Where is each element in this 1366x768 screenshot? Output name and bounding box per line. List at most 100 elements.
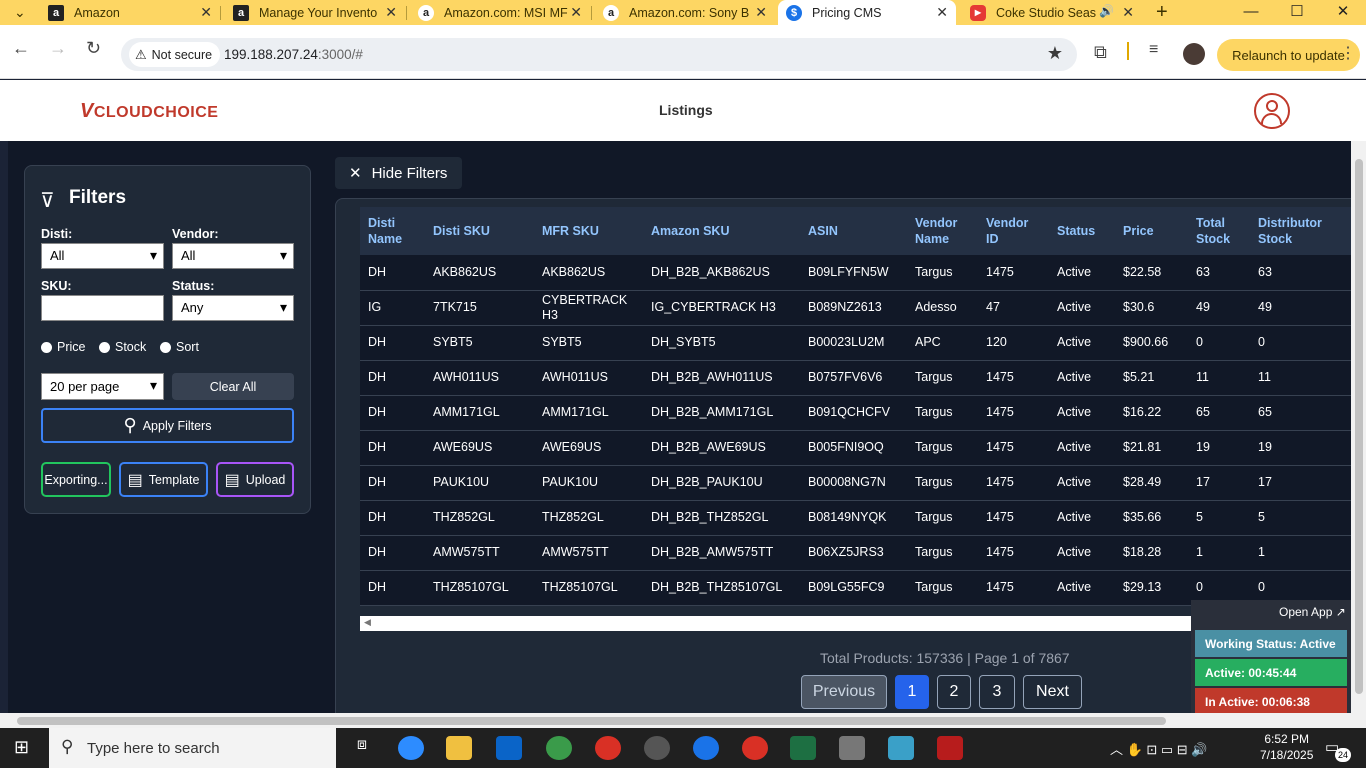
scroll-left-icon[interactable]: ◀ bbox=[364, 617, 371, 628]
chrome-icon[interactable] bbox=[742, 736, 768, 760]
column-header[interactable]: Price bbox=[1115, 207, 1188, 255]
page-2-button[interactable]: 2 bbox=[937, 675, 971, 709]
calculator-icon[interactable] bbox=[839, 736, 865, 760]
tray-icons[interactable]: ︿ ✋ ⊡ ▭ ⊟ 🔊 bbox=[1110, 739, 1208, 758]
column-header[interactable]: Disti SKU bbox=[425, 207, 534, 255]
table-row[interactable]: IG 7TK715 CYBERTRACK H3 IG_CYBERTRACK H3 B08… bbox=[360, 290, 1351, 326]
table-row[interactable]: DH AMW575TT AMW575TT DH_B2B_AMW575TT B06XZ5J… bbox=[360, 535, 1351, 571]
per-page-select[interactable]: 20 per page bbox=[41, 373, 164, 400]
task-view-icon[interactable]: ⧈ bbox=[349, 736, 375, 760]
tab-pricing-cms[interactable]: $ Pricing CMS ✕ bbox=[778, 0, 956, 25]
sku-input[interactable] bbox=[41, 295, 164, 321]
table-row[interactable]: DH AKB862US AKB862US DH_B2B_AKB862US B09LFYF… bbox=[360, 255, 1351, 291]
tab-amazon-sony[interactable]: a Amazon.com: Sony B ✕ bbox=[595, 0, 775, 25]
relaunch-button[interactable]: Relaunch to update bbox=[1217, 39, 1360, 71]
column-header[interactable]: Distributor Stock bbox=[1250, 207, 1351, 255]
radio-price[interactable]: Price bbox=[41, 340, 85, 354]
table-cell: 1475 bbox=[978, 465, 1049, 501]
open-app-link[interactable]: Open App ↗ bbox=[1279, 605, 1346, 619]
reload-icon[interactable]: ↻ bbox=[86, 38, 101, 59]
taskbar-search[interactable]: ⚲ Type here to search bbox=[49, 728, 336, 768]
exporting-button[interactable]: Exporting... bbox=[41, 462, 111, 497]
speaker-icon[interactable]: 🔊 bbox=[1099, 4, 1114, 18]
system-clock[interactable]: 6:52 PM 7/18/2025 bbox=[1260, 731, 1313, 763]
tab-manage-inventory[interactable]: a Manage Your Invento ✕ bbox=[225, 0, 405, 25]
column-header[interactable]: Total Stock bbox=[1188, 207, 1250, 255]
chrome-icon[interactable] bbox=[546, 736, 572, 760]
column-header[interactable]: Status bbox=[1049, 207, 1115, 255]
maximize-icon[interactable]: ☐ bbox=[1274, 0, 1320, 25]
column-header[interactable]: Disti Name bbox=[360, 207, 425, 255]
close-icon[interactable]: ✕ bbox=[385, 4, 397, 21]
upload-button[interactable]: ▤ Upload bbox=[216, 462, 294, 497]
filezilla-icon[interactable] bbox=[937, 736, 963, 760]
back-icon[interactable]: ← bbox=[12, 38, 30, 59]
extensions-icon[interactable]: ⧉ bbox=[1094, 42, 1107, 63]
user-profile-icon[interactable] bbox=[1254, 93, 1290, 129]
table-row[interactable]: DH AWH011US AWH011US DH_B2B_AWH011US B0757FV… bbox=[360, 360, 1351, 396]
vertical-scrollbar[interactable] bbox=[1351, 141, 1366, 713]
page-1-button[interactable]: 1 bbox=[895, 675, 929, 709]
column-header[interactable]: Vendor Name bbox=[907, 207, 978, 255]
nav-listings[interactable]: Listings bbox=[659, 102, 713, 118]
template-button[interactable]: ▤ Template bbox=[119, 462, 208, 497]
close-icon[interactable]: ✕ bbox=[200, 4, 212, 21]
warning-icon: ⚠ bbox=[135, 46, 147, 62]
tab-amazon[interactable]: a Amazon ✕ bbox=[40, 0, 220, 25]
tab-amazon-msi[interactable]: a Amazon.com: MSI MF ✕ bbox=[410, 0, 590, 25]
vcloudchoice-logo[interactable]: VCLOUDCHOICE bbox=[80, 100, 218, 123]
apply-filters-button[interactable]: ⚲ Apply Filters bbox=[41, 408, 294, 443]
chrome-icon[interactable] bbox=[693, 736, 719, 760]
column-header[interactable]: Amazon SKU bbox=[643, 207, 800, 255]
excel-icon[interactable] bbox=[790, 736, 816, 760]
page-3-button[interactable]: 3 bbox=[979, 675, 1015, 709]
tab-search-button[interactable]: ⌄ bbox=[0, 0, 40, 25]
minimize-icon[interactable]: — bbox=[1228, 0, 1274, 25]
table-row[interactable]: DH THZ852GL THZ852GL DH_B2B_THZ852GL B08149N… bbox=[360, 500, 1351, 536]
file-explorer-icon[interactable] bbox=[446, 736, 472, 760]
table-row[interactable]: DH AWE69US AWE69US DH_B2B_AWE69US B005FNI9OQ… bbox=[360, 430, 1351, 466]
radio-sort[interactable]: Sort bbox=[160, 340, 199, 354]
avatar[interactable] bbox=[1183, 43, 1205, 65]
disti-label: Disti: bbox=[41, 227, 73, 241]
outlook-icon[interactable] bbox=[496, 736, 522, 760]
column-header[interactable]: Vendor ID bbox=[978, 207, 1049, 255]
status-label: Status: bbox=[172, 279, 215, 293]
clear-all-button[interactable]: Clear All bbox=[172, 373, 294, 400]
table-cell: Targus bbox=[907, 535, 978, 571]
table-cell: 1475 bbox=[978, 395, 1049, 431]
previous-button[interactable]: Previous bbox=[801, 675, 887, 709]
table-row[interactable]: DH AMM171GL AMM171GL DH_B2B_AMM171GL B091QCH… bbox=[360, 395, 1351, 431]
table-horizontal-scrollbar[interactable]: ◀ bbox=[360, 616, 1191, 631]
tab-coke-studio[interactable]: ▶ Coke Studio Seas 🔊 ✕ bbox=[962, 0, 1142, 25]
zoom-icon[interactable] bbox=[398, 736, 424, 760]
table-row[interactable]: DH SYBT5 SYBT5 DH_SYBT5 B00023LU2M APC 120 Acti… bbox=[360, 325, 1351, 361]
bookmark-star-icon[interactable]: ★ bbox=[1047, 43, 1063, 64]
close-window-icon[interactable]: ✕ bbox=[1320, 0, 1366, 25]
next-button[interactable]: Next bbox=[1023, 675, 1082, 709]
forward-icon[interactable]: → bbox=[49, 38, 67, 59]
hide-filters-button[interactable]: ✕ Hide Filters bbox=[335, 157, 462, 189]
windows-start-icon[interactable]: ⊞ bbox=[14, 737, 29, 758]
column-header[interactable]: MFR SKU bbox=[534, 207, 643, 255]
new-tab-button[interactable]: + bbox=[1148, 0, 1178, 25]
radio-stock[interactable]: Stock bbox=[99, 340, 146, 354]
media-control-icon[interactable]: ≡ bbox=[1149, 41, 1158, 59]
chrome-icon[interactable] bbox=[595, 736, 621, 760]
close-icon[interactable]: ✕ bbox=[1122, 4, 1134, 21]
not-secure-chip[interactable]: ⚠ Not secure bbox=[129, 42, 221, 67]
table-row[interactable]: DH PAUK10U PAUK10U DH_B2B_PAUK10U B00008NG7N… bbox=[360, 465, 1351, 501]
menu-icon[interactable]: ⋮ bbox=[1340, 43, 1356, 63]
page-horizontal-scrollbar[interactable] bbox=[0, 713, 1366, 728]
column-header[interactable]: ASIN bbox=[800, 207, 907, 255]
search-icon: ⚲ bbox=[123, 415, 137, 435]
close-icon[interactable]: ✕ bbox=[570, 4, 582, 21]
disti-select[interactable]: All bbox=[41, 243, 164, 269]
close-icon[interactable]: ✕ bbox=[755, 4, 767, 21]
status-select[interactable]: Any bbox=[172, 295, 294, 321]
close-icon[interactable]: ✕ bbox=[936, 4, 948, 21]
chrome-icon[interactable] bbox=[644, 736, 670, 760]
app-icon[interactable] bbox=[888, 736, 914, 760]
vendor-select[interactable]: All bbox=[172, 243, 294, 269]
address-bar[interactable]: ⚠ Not secure 199.188.207.24:3000/# ★ bbox=[121, 38, 1077, 71]
